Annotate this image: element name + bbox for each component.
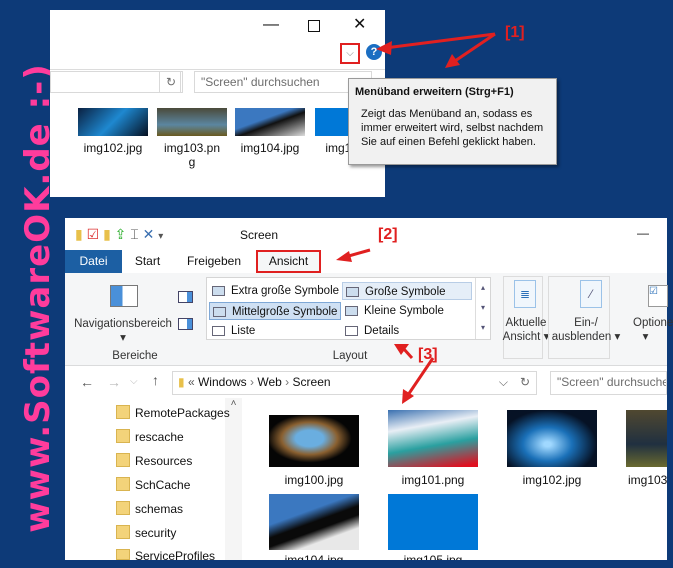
annotation-label: [3] <box>418 346 438 363</box>
annotation-arrows <box>336 32 496 404</box>
arrow-head <box>376 41 392 55</box>
arrow-head <box>336 251 352 262</box>
arrow-head <box>445 54 460 68</box>
annotation-label: [1] <box>505 24 525 41</box>
annotation-label: [2] <box>378 226 398 243</box>
